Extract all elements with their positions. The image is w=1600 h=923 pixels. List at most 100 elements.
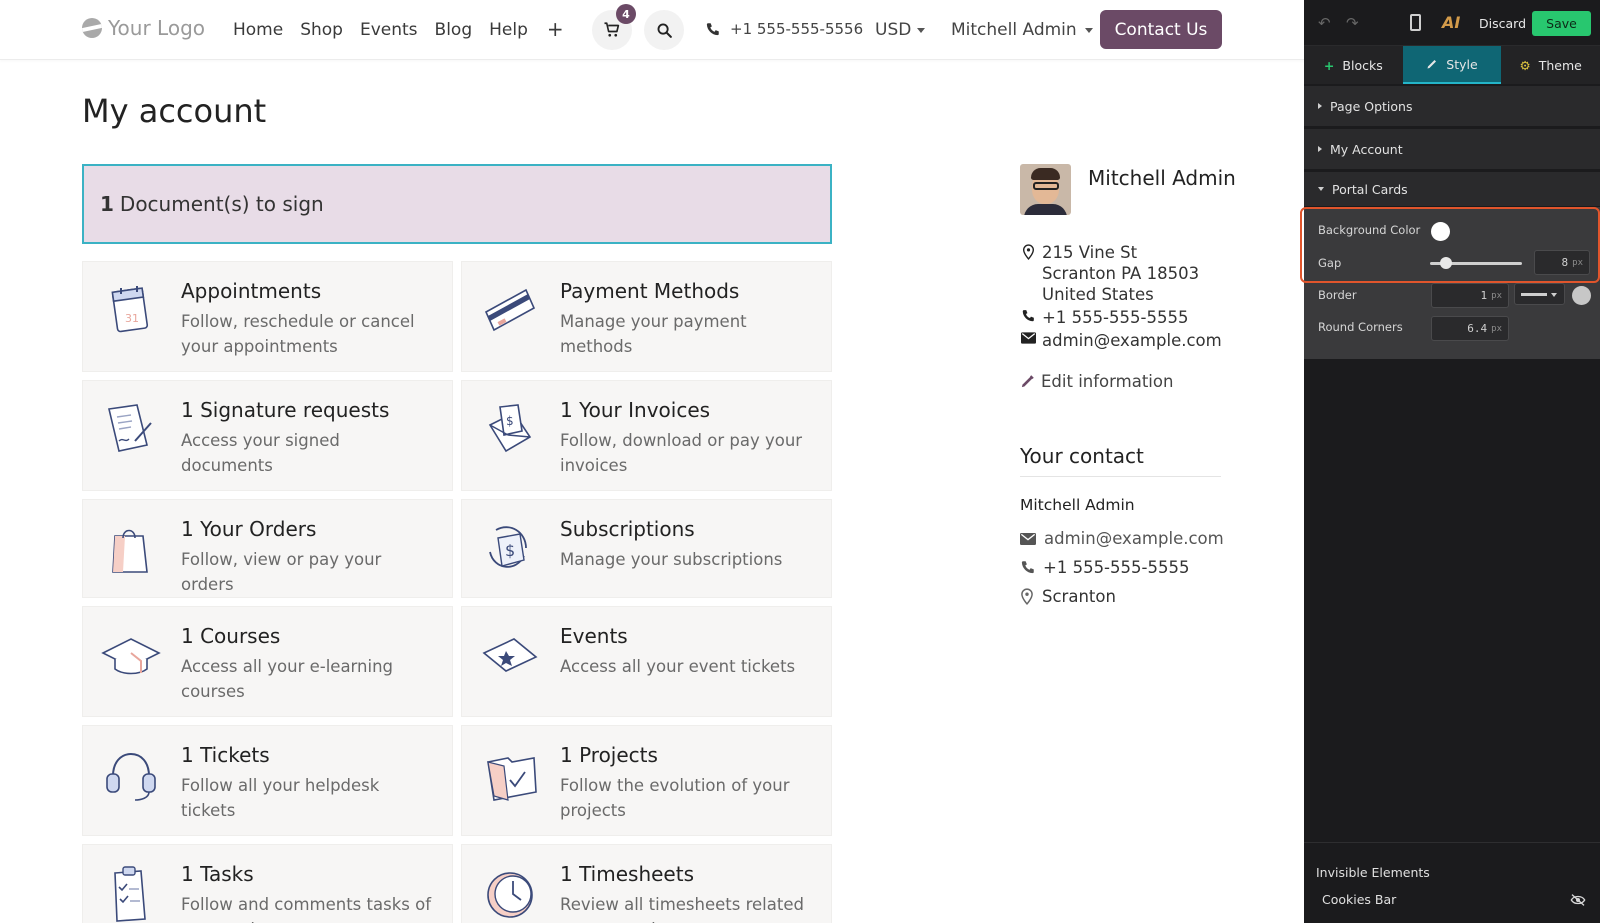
contact-email[interactable]: admin@example.com <box>1044 529 1224 548</box>
page-title: My account <box>82 92 267 130</box>
portal-card-events[interactable]: Events Access all your event tickets <box>461 606 832 717</box>
clipboard-icon <box>114 866 146 922</box>
gear-icon: ⚙ <box>1519 57 1531 73</box>
section-label: Portal Cards <box>1332 181 1408 197</box>
site-header: Your Logo Home Shop Events Blog Help + 4… <box>0 0 1304 60</box>
invoice-envelope-icon: $ <box>488 404 532 453</box>
nav-shop[interactable]: Shop <box>300 20 343 40</box>
cart-icon <box>604 22 620 37</box>
cart-count-badge: 4 <box>616 4 636 24</box>
chevron-down-icon <box>917 27 926 33</box>
editor-panel: ↶ ↷ AI Discard Save + Blocks Style ⚙ Theme… <box>1304 0 1600 923</box>
card-title: Appointments <box>181 279 322 303</box>
card-description: Follow all your helpdesk tickets <box>181 776 380 820</box>
portal-card-orders[interactable]: 1 Your Orders Follow, view or pay your o… <box>82 499 453 598</box>
ai-icon[interactable]: AI <box>1442 13 1460 32</box>
focus-highlight <box>1300 207 1600 283</box>
portal-card-tasks[interactable]: 1 Tasks Follow and comments tasks of you… <box>82 844 453 923</box>
nav-home[interactable]: Home <box>233 20 283 40</box>
phone-icon <box>1022 310 1034 322</box>
contact-details: admin@example.com +1 555-555-5555 Scrant… <box>1020 524 1224 611</box>
tab-label: Blocks <box>1342 57 1383 73</box>
cart-button[interactable]: 4 <box>592 4 636 50</box>
alert-count: 1 <box>100 192 114 216</box>
currency-label: USD <box>875 20 912 40</box>
tab-style[interactable]: Style <box>1402 46 1502 84</box>
card-description: Follow and comments tasks of your projec… <box>181 895 431 923</box>
redo-icon[interactable]: ↷ <box>1346 14 1359 32</box>
border-width-input[interactable]: 1 px <box>1431 283 1509 308</box>
nav-blog[interactable]: Blog <box>435 20 473 40</box>
site-logo[interactable]: Your Logo <box>82 16 205 40</box>
card-description: Follow the evolution of your projects <box>560 776 790 820</box>
card-description: Follow, reschedule or cancel your appoin… <box>181 312 415 356</box>
card-title: Subscriptions <box>560 517 695 541</box>
round-corners-input[interactable]: 6.4 px <box>1431 316 1509 341</box>
portal-card-timesheets[interactable]: 1 Timesheets Review all timesheets relat… <box>461 844 832 923</box>
shopping-bag-icon <box>112 529 148 573</box>
phone-icon <box>706 22 719 35</box>
card-title: 1 Courses <box>181 624 281 648</box>
card-description: Manage your subscriptions <box>560 550 783 569</box>
discard-button[interactable]: Discard <box>1479 16 1526 31</box>
header-phone[interactable]: +1 555-555-5556 <box>705 20 863 38</box>
tab-theme[interactable]: ⚙ Theme <box>1501 46 1600 84</box>
portal-card-appointments[interactable]: 31 Appointments Follow, reschedule or ca… <box>82 261 453 372</box>
search-button[interactable] <box>644 10 684 50</box>
headset-icon <box>106 752 156 801</box>
map-pin-icon <box>1021 588 1033 605</box>
svg-text:$: $ <box>506 414 514 428</box>
tab-label: Style <box>1446 56 1478 72</box>
user-menu[interactable]: Mitchell Admin <box>951 20 1093 40</box>
card-description: Access your signed documents <box>181 431 340 475</box>
round-corners-label: Round Corners <box>1318 320 1403 334</box>
editor-tabs: + Blocks Style ⚙ Theme <box>1304 46 1600 84</box>
unit-label: px <box>1491 323 1502 334</box>
section-my-account[interactable]: My Account <box>1304 129 1600 169</box>
profile-email: admin@example.com <box>1042 331 1222 350</box>
nav-help[interactable]: Help <box>489 20 528 40</box>
portal-card-invoices[interactable]: $ 1 Your Invoices Follow, download or pa… <box>461 380 832 491</box>
nav-events[interactable]: Events <box>360 20 418 40</box>
portal-card-signature-requests[interactable]: 1 Signature requests Access your signed … <box>82 380 453 491</box>
brush-icon <box>1427 60 1437 69</box>
add-menu-item-button[interactable]: + <box>547 19 564 40</box>
portal-card-tickets[interactable]: 1 Tickets Follow all your helpdesk ticke… <box>82 725 453 836</box>
border-color-swatch[interactable] <box>1572 286 1591 305</box>
section-page-options[interactable]: Page Options <box>1304 86 1600 126</box>
portal-card-subscriptions[interactable]: $ Subscriptions Manage your subscription… <box>461 499 832 598</box>
cookies-bar-item[interactable]: Cookies Bar <box>1322 892 1396 907</box>
save-button[interactable]: Save <box>1532 11 1591 36</box>
mobile-preview-icon[interactable] <box>1410 14 1421 31</box>
portal-card-projects[interactable]: 1 Projects Follow the evolution of your … <box>461 725 832 836</box>
profile-details: 215 Vine St Scranton PA 18503 United Sta… <box>1020 242 1235 353</box>
chevron-down-icon <box>1318 187 1324 191</box>
card-description: Access all your event tickets <box>560 657 796 676</box>
card-title: 1 Projects <box>560 743 658 767</box>
border-style-select[interactable] <box>1514 283 1565 305</box>
header-phone-number: +1 555-555-5556 <box>730 20 864 38</box>
card-description: Review all timesheets related to your pr… <box>560 895 804 923</box>
portal-card-payment-methods[interactable]: Payment Methods Manage your payment meth… <box>461 261 832 372</box>
credit-card-icon <box>484 288 536 332</box>
edit-information-link[interactable]: Edit information <box>1020 372 1173 391</box>
unit-label: px <box>1491 290 1502 301</box>
portal-card-courses[interactable]: 1 Courses Access all your e-learning cou… <box>82 606 453 717</box>
card-title: Events <box>560 624 628 648</box>
card-title: 1 Timesheets <box>560 862 694 886</box>
avatar <box>1020 164 1071 215</box>
undo-icon[interactable]: ↶ <box>1318 14 1331 32</box>
signature-icon <box>108 404 152 452</box>
user-menu-name: Mitchell Admin <box>951 20 1077 40</box>
search-icon <box>657 23 672 38</box>
tab-blocks[interactable]: + Blocks <box>1304 46 1403 84</box>
contact-us-button[interactable]: Contact Us <box>1100 10 1222 49</box>
eye-off-icon[interactable] <box>1570 893 1586 907</box>
currency-selector[interactable]: USD <box>875 20 926 40</box>
svg-text:$: $ <box>505 541 515 560</box>
card-description: Follow, download or pay your invoices <box>560 431 803 475</box>
documents-to-sign-alert[interactable]: 1 Document(s) to sign <box>82 164 832 244</box>
section-portal-cards[interactable]: Portal Cards <box>1304 172 1600 206</box>
logo-text: Your Logo <box>108 16 206 40</box>
folder-check-icon <box>487 757 537 801</box>
